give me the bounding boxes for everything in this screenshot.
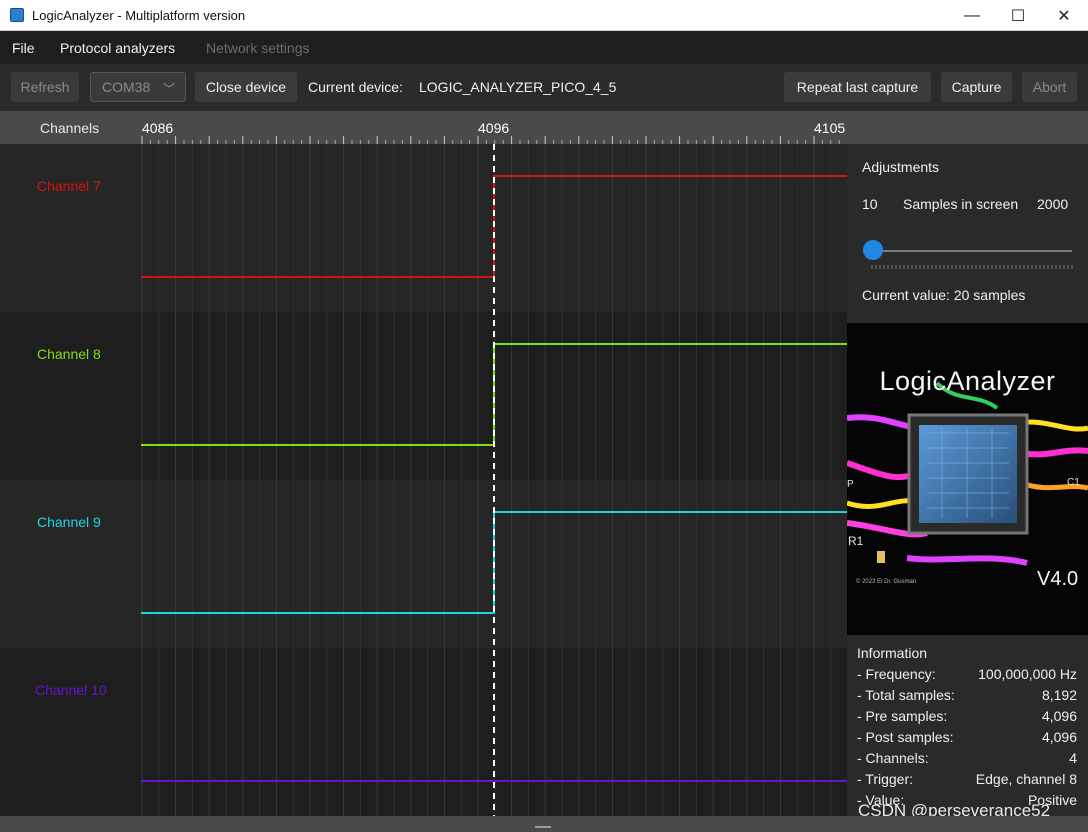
close-window-button[interactable]: ✕: [1041, 0, 1087, 31]
chevron-down-icon: ﹀: [162, 82, 175, 96]
current-device-label: Current device:: [308, 79, 403, 95]
ruler-tick-label: 4096: [478, 120, 510, 136]
adjustments-heading: Adjustments: [862, 159, 940, 175]
menu-file[interactable]: File: [12, 40, 35, 56]
maximize-button[interactable]: ☐: [995, 0, 1041, 31]
info-value: 4,096: [1041, 729, 1077, 745]
title-bar: LogicAnalyzer - Multiplatform version — …: [0, 0, 1088, 31]
samples-slider-thumb[interactable]: [863, 240, 883, 260]
signal-trace: [141, 343, 847, 446]
logo-silkscreen-r1: R1: [848, 534, 864, 548]
close-device-button[interactable]: Close device: [195, 72, 297, 102]
channel-label-7[interactable]: Channel 7: [37, 178, 101, 194]
info-key: - Total samples:: [857, 687, 955, 703]
menu-bar: File Protocol analyzers Network settings: [0, 31, 1088, 64]
info-key: - Pre samples:: [857, 708, 948, 724]
port-select-value: COM38: [102, 79, 151, 95]
samples-in-screen-label: Samples in screen: [903, 196, 1019, 212]
info-key: - Channels:: [857, 750, 929, 766]
app-icon: [10, 8, 24, 22]
toolbar: Refresh COM38 ﹀ Close device Current dev…: [0, 64, 1088, 111]
channels-header: Channels: [40, 120, 100, 136]
samples-slider-track[interactable]: [873, 250, 1072, 252]
menu-network-settings[interactable]: Network settings: [206, 40, 309, 56]
info-row-frequency: - Frequency: 100,000,000 Hz: [857, 666, 1077, 686]
adjustments-panel: Adjustments 10 Samples in screen 2000 Cu…: [847, 144, 1088, 323]
info-row-total-samples: - Total samples: 8,192: [857, 687, 1077, 707]
slider-max-value: 2000: [1037, 196, 1069, 212]
current-value-text: Current value: 20 samples: [862, 287, 1025, 303]
info-value: Edge, channel 8: [975, 771, 1077, 787]
logo-silkscreen-c1: C1: [1067, 477, 1080, 488]
current-value: 20 samples: [953, 287, 1026, 303]
status-bar: [0, 816, 1088, 832]
ruler-tick-label: 4105: [814, 120, 846, 136]
capture-button[interactable]: Capture: [941, 72, 1012, 102]
ruler-tick-label: 4086: [142, 120, 174, 136]
channel-label-10[interactable]: Channel 10: [35, 682, 107, 698]
resize-grip[interactable]: [535, 826, 551, 828]
minimize-button[interactable]: —: [949, 0, 995, 31]
info-value: 8,192: [1041, 687, 1077, 703]
info-value: 4,096: [1041, 708, 1077, 724]
sample-ruler: Channels 4086 4096 4105: [0, 111, 1088, 144]
info-key: - Post samples:: [857, 729, 954, 745]
logo-silkscreen-p: P: [847, 479, 854, 490]
info-row-post-samples: - Post samples: 4,096: [857, 729, 1077, 749]
current-device-value: LOGIC_ANALYZER_PICO_4_5: [419, 79, 617, 95]
info-value: 100,000,000 Hz: [978, 666, 1077, 682]
info-key: - Trigger:: [857, 771, 914, 787]
current-value-label: Current value:: [862, 287, 950, 303]
information-heading: Information: [857, 645, 928, 661]
info-row-trigger: - Trigger: Edge, channel 8: [857, 771, 1077, 791]
info-key: - Frequency:: [857, 666, 936, 682]
info-value: 4: [1069, 750, 1077, 766]
refresh-button[interactable]: Refresh: [11, 72, 79, 102]
logic-analyzer-logo: LogicAnalyzer P C1 R1 © 2023 El Dr. Gusm…: [847, 323, 1088, 635]
info-row-pre-samples: - Pre samples: 4,096: [857, 708, 1077, 728]
logo-copyright: © 2023 El Dr. Gusman: [856, 579, 917, 585]
waveform-view[interactable]: [0, 144, 847, 816]
channel-label-8[interactable]: Channel 8: [37, 346, 101, 362]
slider-ticks: [871, 265, 1073, 269]
repeat-capture-button[interactable]: Repeat last capture: [784, 72, 931, 102]
menu-protocol-analyzers[interactable]: Protocol analyzers: [60, 40, 175, 56]
channel-label-9[interactable]: Channel 9: [37, 514, 101, 530]
information-panel: Information - Frequency: 100,000,000 Hz …: [847, 635, 1088, 816]
logo-title: LogicAnalyzer: [879, 366, 1056, 396]
slider-min-value: 10: [862, 196, 878, 212]
port-select[interactable]: COM38 ﹀: [90, 72, 186, 102]
logo-version: V4.0: [1037, 568, 1079, 590]
window-title: LogicAnalyzer - Multiplatform version: [32, 8, 246, 23]
info-row-channels: - Channels: 4: [857, 750, 1077, 770]
abort-button[interactable]: Abort: [1022, 72, 1077, 102]
